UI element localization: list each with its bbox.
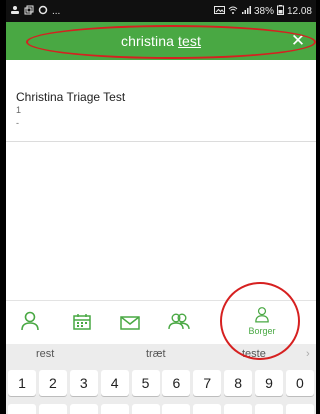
tab-messages[interactable] — [117, 309, 143, 335]
key-partial[interactable] — [69, 404, 98, 414]
key-9[interactable]: 9 — [255, 370, 283, 396]
result-line-2: - — [16, 118, 19, 128]
key-partial[interactable] — [255, 404, 283, 414]
suggestion-1[interactable]: rest — [36, 348, 54, 360]
key-partial[interactable] — [8, 404, 36, 414]
tab-people[interactable] — [166, 309, 192, 335]
letter-key-row-partial — [8, 404, 314, 414]
key-0[interactable]: 0 — [285, 370, 314, 396]
close-icon[interactable]: ✕ — [288, 31, 308, 51]
key-partial[interactable] — [38, 404, 67, 414]
person-outline-icon — [21, 311, 39, 331]
tab-person[interactable] — [17, 309, 43, 335]
key-8[interactable]: 8 — [224, 370, 253, 396]
status-time: 12.08 — [286, 5, 312, 17]
suggestion-bar: rest træt teste › — [6, 344, 316, 366]
battery-icon — [276, 4, 284, 18]
key-partial[interactable] — [193, 404, 222, 414]
person-outline-icon — [255, 307, 269, 323]
key-6[interactable]: 6 — [162, 370, 191, 396]
key-5[interactable]: 5 — [131, 370, 160, 396]
query-underlined-word: test — [178, 33, 201, 49]
result-line-1: 1 — [16, 105, 22, 115]
key-partial[interactable] — [162, 404, 191, 414]
signal-icon — [241, 5, 251, 18]
tab-calendar[interactable] — [69, 309, 95, 335]
list-item[interactable]: Christina Triage Test 1 - — [6, 82, 316, 142]
suggestion-3[interactable]: teste — [242, 348, 266, 360]
status-bar: ... 38% 12.08 — [6, 0, 316, 22]
key-1[interactable]: 1 — [8, 370, 36, 396]
search-header: christina test ✕ — [6, 22, 316, 60]
bottom-tab-bar: Borger — [6, 300, 316, 344]
wifi-icon — [228, 5, 238, 18]
circle-icon — [38, 5, 48, 18]
key-partial[interactable] — [285, 404, 314, 414]
key-partial[interactable] — [100, 404, 129, 414]
status-right: 38% 12.08 — [213, 4, 312, 18]
key-4[interactable]: 4 — [100, 370, 129, 396]
search-query[interactable]: christina test — [121, 33, 201, 49]
battery-percent: 38% — [253, 5, 274, 17]
envelope-icon — [120, 316, 140, 330]
keyboard: rest træt teste › 1 2 3 4 5 6 7 8 9 0 — [6, 344, 316, 414]
image-icon — [213, 5, 225, 18]
calendar-icon — [73, 314, 91, 330]
key-7[interactable]: 7 — [193, 370, 222, 396]
tab-borger[interactable]: Borger — [242, 305, 282, 341]
person-upload-icon — [10, 5, 20, 18]
query-prefix: christina — [121, 33, 179, 49]
result-name: Christina Triage Test — [16, 90, 126, 104]
status-left: ... — [10, 5, 60, 18]
suggestion-2[interactable]: træt — [146, 348, 166, 360]
key-2[interactable]: 2 — [38, 370, 67, 396]
phone-screen: ... 38% 12.08 christina test ✕ Christina… — [6, 0, 316, 414]
copy-icon — [24, 5, 34, 18]
number-key-row: 1 2 3 4 5 6 7 8 9 0 — [8, 370, 314, 400]
key-3[interactable]: 3 — [69, 370, 98, 396]
people-icon — [168, 313, 190, 330]
status-ellipsis: ... — [52, 5, 61, 17]
tab-borger-label: Borger — [248, 326, 276, 336]
chevron-right-icon[interactable]: › — [306, 348, 310, 360]
key-partial[interactable] — [224, 404, 253, 414]
key-partial[interactable] — [131, 404, 160, 414]
